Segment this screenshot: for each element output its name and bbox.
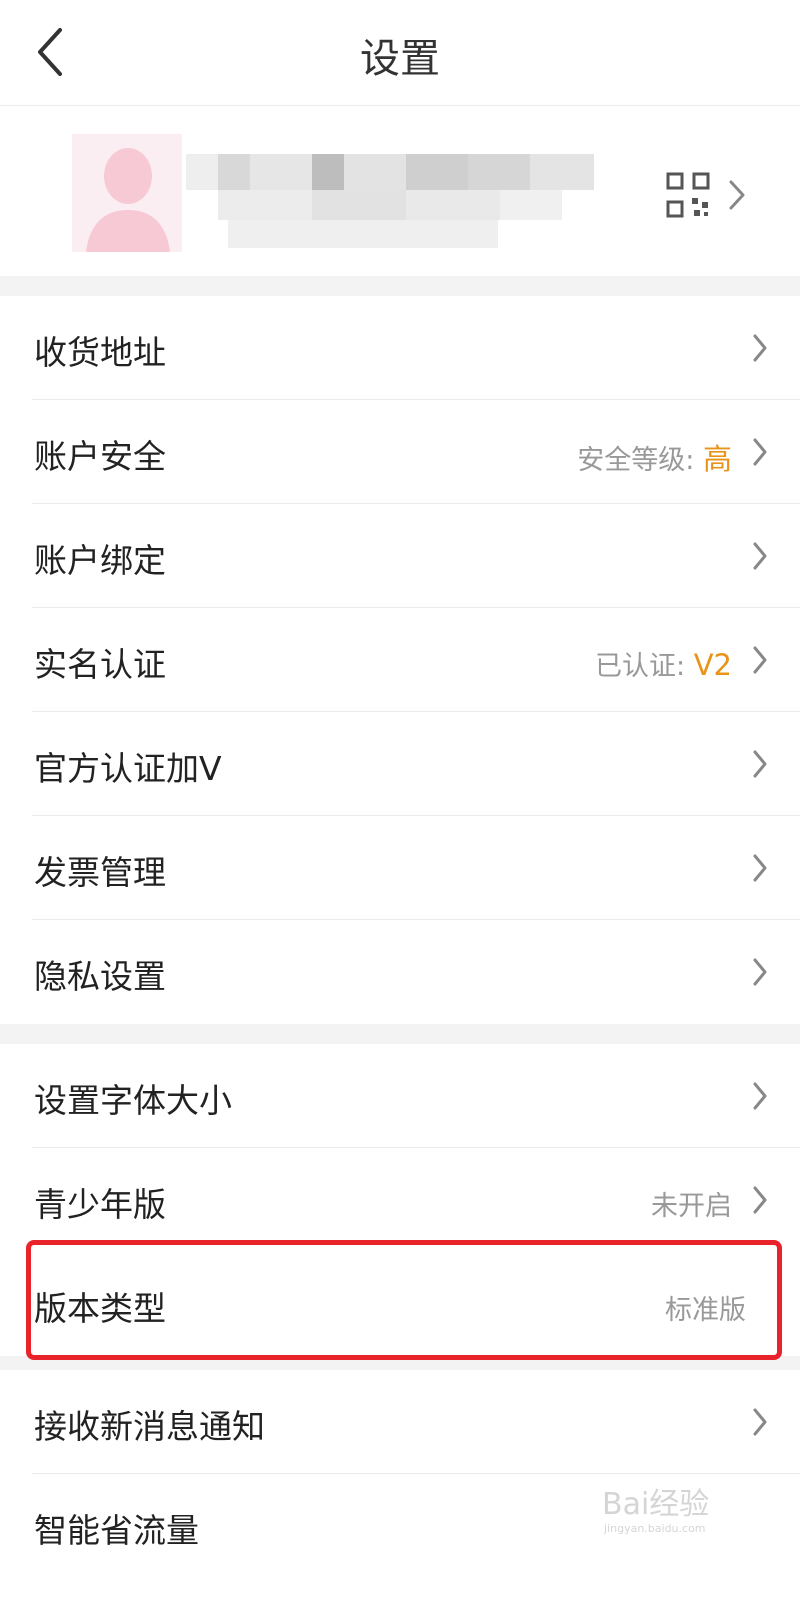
menu-item-new-message-notifications[interactable]: 接收新消息通知 [0,1370,800,1474]
section-gap [0,1356,800,1370]
section-gap [0,276,800,296]
menu-item-shipping-address[interactable]: 收货地址 [0,296,800,400]
chevron-right-icon [753,958,767,986]
menu-item-account-binding[interactable]: 账户绑定 [0,504,800,608]
chevron-right-icon [753,1186,767,1214]
menu-item-label: 发票管理 [34,853,166,892]
svg-text:Bai经验: Bai经验 [602,1487,709,1522]
menu-item-teen-mode[interactable]: 青少年版 未开启 [0,1148,800,1252]
default-avatar-icon [72,134,182,252]
qr-code-icon[interactable] [666,172,710,218]
chevron-right-icon [729,180,745,210]
verification-level-highlight: V2 [693,648,732,682]
page-title: 设置 [360,36,440,82]
menu-item-label: 收货地址 [34,333,166,372]
menu-item-font-size[interactable]: 设置字体大小 [0,1044,800,1148]
menu-item-label: 青少年版 [34,1185,166,1224]
menu-item-label: 账户绑定 [34,541,166,580]
menu-item-label: 设置字体大小 [34,1081,232,1120]
menu-item-label: 隐私设置 [34,957,166,996]
security-level-value: 安全等级: 高 [577,442,732,476]
menu-item-official-verification[interactable]: 官方认证加V [0,712,800,816]
security-level-highlight: 高 [702,442,732,476]
baidu-watermark-logo: Bai经验 jingyan.baidu.com [602,1487,709,1535]
chevron-right-icon [753,750,767,778]
chevron-right-icon [753,646,767,674]
menu-item-real-name-verification[interactable]: 实名认证 已认证: V2 [0,608,800,712]
verification-status-value: 已认证: V2 [595,648,732,682]
menu-item-label: 实名认证 [34,645,166,684]
menu-item-account-security[interactable]: 账户安全 安全等级: 高 [0,400,800,504]
version-type-value: 标准版 [665,1295,746,1326]
svg-text:jingyan.baidu.com: jingyan.baidu.com [603,1522,706,1535]
menu-item-version-type[interactable]: 版本类型 标准版 [0,1252,800,1356]
menu-item-label: 账户安全 [34,437,166,476]
menu-item-label: 官方认证加V [34,749,222,788]
menu-item-invoice-management[interactable]: 发票管理 [0,816,800,920]
section-gap [0,1024,800,1044]
chevron-right-icon [753,1082,767,1110]
chevron-right-icon [753,1408,767,1436]
chevron-right-icon [753,334,767,362]
chevron-right-icon [753,438,767,466]
top-bar: 设置 [0,0,800,106]
profile-card[interactable] [0,106,800,276]
menu-item-label: 智能省流量 [34,1511,199,1550]
chevron-right-icon [753,854,767,882]
chevron-right-icon [753,542,767,570]
menu-item-label: 接收新消息通知 [34,1407,265,1446]
menu-item-label: 版本类型 [34,1289,166,1328]
teen-mode-status: 未开启 [651,1191,732,1222]
menu-item-privacy-settings[interactable]: 隐私设置 [0,920,800,1024]
